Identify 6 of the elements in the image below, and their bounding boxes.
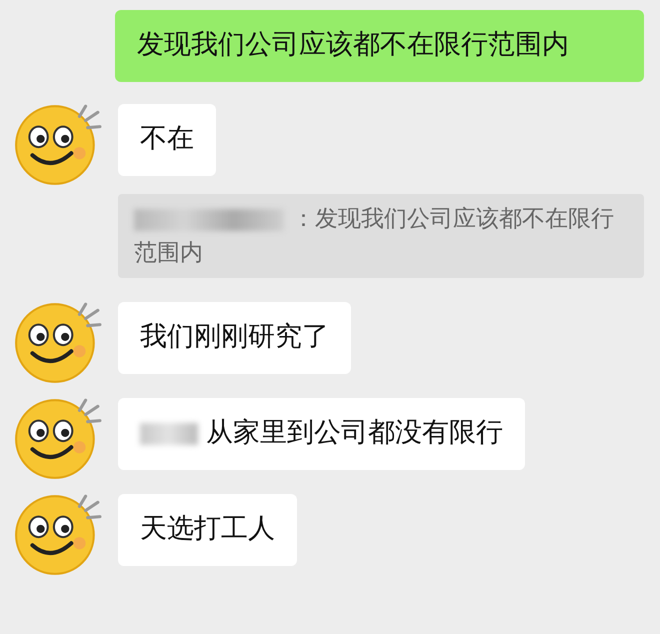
message-bubble: 天选打工人 — [118, 494, 297, 566]
message-bubble: 发现我们公司应该都不在限行范围内 — [115, 10, 644, 82]
quoted-message: ：发现我们公司应该都不在限行范围内 — [118, 194, 644, 278]
message-bubble: 不在 — [118, 104, 216, 176]
message-bubble: 从家里到公司都没有限行 — [118, 398, 525, 470]
message-bubble: 我们刚刚研究了 — [118, 302, 351, 374]
